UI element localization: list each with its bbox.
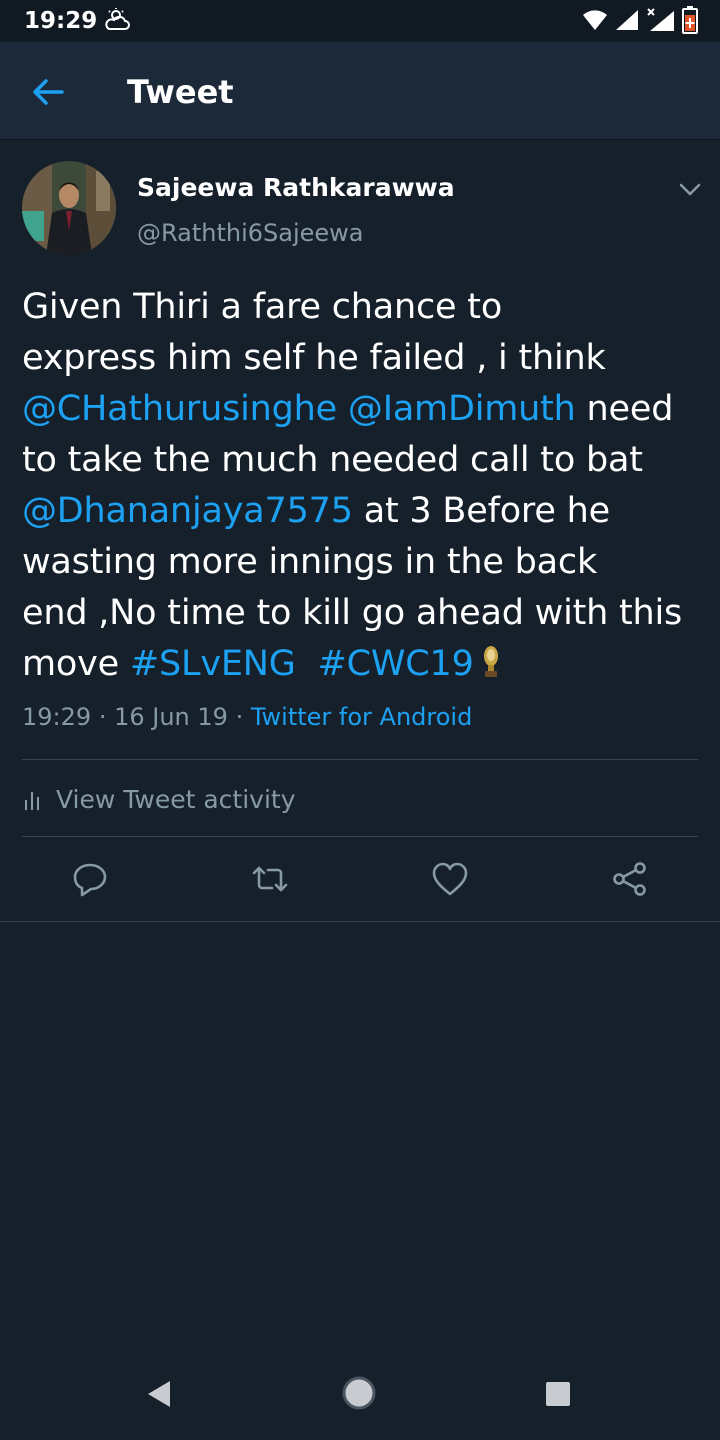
tweet-detail: Sajeewa Rathkarawwa @Raththi6Sajeewa Giv… bbox=[0, 141, 720, 922]
reply-icon bbox=[73, 863, 107, 897]
share-icon bbox=[613, 862, 646, 896]
tweet-text-line: end ,No time to kill go ahead with this bbox=[22, 593, 683, 633]
view-tweet-activity-button[interactable]: View Tweet activity bbox=[22, 781, 296, 817]
mention-link[interactable]: @Dhananjaya7575 bbox=[22, 491, 353, 531]
divider bbox=[22, 836, 698, 837]
tweet-time: 19:29 bbox=[22, 703, 92, 731]
reply-button[interactable] bbox=[70, 859, 110, 899]
tweet-text-fragment: move bbox=[22, 644, 130, 684]
weather-icon bbox=[103, 7, 131, 38]
author-name[interactable]: Sajeewa Rathkarawwa bbox=[137, 173, 455, 202]
signal-roaming-icon bbox=[646, 7, 676, 38]
tweet-menu-button[interactable] bbox=[676, 175, 704, 203]
tweet-text-fragment: need bbox=[575, 389, 674, 429]
battery-icon bbox=[682, 6, 698, 39]
tweet-text-line: to take the much needed call to bat bbox=[22, 440, 643, 480]
triangle-back-icon bbox=[148, 1381, 170, 1407]
author-handle[interactable]: @Raththi6Sajeewa bbox=[137, 219, 364, 247]
tweet-text-fragment: at 3 Before he bbox=[352, 491, 610, 531]
status-time: 19:29 bbox=[24, 8, 98, 34]
mention-link[interactable]: @CHathurusinghe bbox=[22, 389, 337, 429]
trophy-emoji-icon bbox=[480, 643, 502, 694]
tweet-text-line: move #SLvENG #CWC19 bbox=[22, 639, 702, 694]
nav-home-button[interactable] bbox=[341, 1375, 377, 1416]
bar-chart-icon bbox=[25, 792, 39, 810]
share-button[interactable] bbox=[610, 859, 650, 899]
tweet-text: Given Thiri a fare chance to express him… bbox=[22, 282, 702, 694]
meta-separator: · bbox=[98, 703, 115, 731]
tweet-date: 16 Jun 19 bbox=[114, 703, 228, 731]
view-tweet-activity-label: View Tweet activity bbox=[56, 784, 296, 814]
mention-link[interactable]: @IamDimuth bbox=[348, 389, 576, 429]
heart-icon bbox=[432, 862, 468, 896]
wifi-icon bbox=[582, 9, 608, 36]
retweet-icon bbox=[252, 866, 288, 892]
like-button[interactable] bbox=[430, 859, 470, 899]
back-button[interactable] bbox=[26, 70, 70, 114]
meta-separator: · bbox=[235, 703, 251, 731]
tweet-meta: 19:29 · 16 Jun 19 · Twitter for Android bbox=[22, 703, 472, 731]
tweet-text-line: express him self he failed , i think bbox=[22, 338, 606, 378]
retweet-button[interactable] bbox=[250, 859, 290, 899]
status-icons bbox=[582, 6, 698, 39]
tweet-actions bbox=[0, 859, 720, 903]
avatar[interactable] bbox=[22, 161, 116, 255]
circle-home-icon bbox=[342, 1376, 376, 1410]
nav-recents-button[interactable] bbox=[544, 1380, 572, 1413]
page-title: Tweet bbox=[127, 73, 234, 111]
tweet-source-link[interactable]: Twitter for Android bbox=[251, 703, 472, 731]
hashtag-link[interactable]: #CWC19 bbox=[318, 644, 474, 684]
arrow-left-icon bbox=[33, 79, 64, 105]
nav-back-button[interactable] bbox=[144, 1378, 174, 1415]
app-bar: Tweet bbox=[0, 42, 720, 140]
tweet-text-line: @CHathurusinghe @IamDimuth need bbox=[22, 384, 702, 435]
signal-icon bbox=[614, 8, 640, 37]
tweet-text-line: wasting more innings in the back bbox=[22, 542, 598, 582]
tweet-text-line: Given Thiri a fare chance to bbox=[22, 287, 503, 327]
chevron-down-icon bbox=[679, 183, 701, 196]
tweet-text-line: @Dhananjaya7575 at 3 Before he bbox=[22, 486, 702, 537]
status-bar: 19:29 bbox=[0, 0, 720, 42]
divider bbox=[22, 759, 698, 760]
square-recents-icon bbox=[546, 1382, 570, 1406]
system-nav-bar bbox=[0, 1350, 720, 1440]
hashtag-link[interactable]: #SLvENG bbox=[130, 644, 296, 684]
